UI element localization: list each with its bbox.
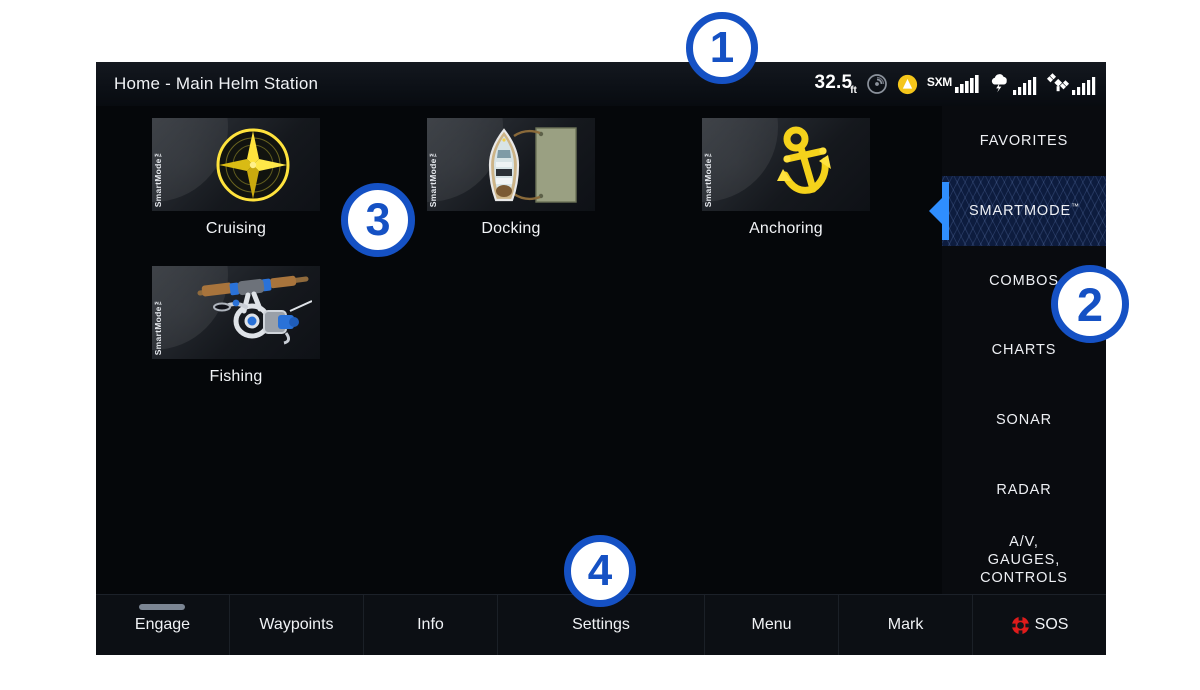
tile-cruising[interactable]: SmartMode™ Cruising [152, 118, 320, 266]
category-sidebar: FAVORITES SMARTMODE™ COMBOS CHARTS SONAR… [929, 106, 1106, 595]
menu-label: Menu [751, 616, 792, 633]
depth-readout: 32.5 ft [814, 72, 856, 96]
callout-badge-2: 2 [1051, 265, 1129, 343]
selection-indicator-bar [929, 181, 949, 240]
settings-label: Settings [572, 616, 630, 633]
sos-label: SOS [1034, 616, 1069, 633]
trademark-symbol: ™ [1071, 201, 1080, 211]
sidebar-item-label: A/V, GAUGES, CONTROLS [980, 533, 1068, 587]
sidebar-item-label: SMARTMODE™ [969, 202, 1079, 220]
satellite-signal-icon [1046, 73, 1096, 95]
engage-indicator-dash [139, 604, 186, 610]
life-ring-sos-icon [1010, 615, 1030, 635]
mark-button[interactable]: Mark [839, 595, 974, 655]
sidebar-item-label: CHARTS [991, 342, 1057, 359]
page-title: Home - Main Helm Station [114, 74, 319, 93]
selection-arrow-icon [929, 197, 942, 224]
tile-artwork: SmartMode™ [152, 118, 320, 211]
depth-unit: ft [850, 85, 857, 96]
sidebar-item-smartmode[interactable]: SMARTMODE™ [929, 175, 1106, 246]
sos-button[interactable]: SOS [973, 595, 1106, 655]
tile-label: Docking [481, 220, 541, 237]
smartmode-badge: SmartMode™ [703, 147, 713, 207]
weather-storm-signal-icon [989, 73, 1037, 95]
sidebar-item-label-text: SMARTMODE [968, 202, 1072, 219]
smartmode-tile-area: SmartMode™ Cruising SmartMode™ Docking S… [96, 106, 942, 595]
tile-artwork: SmartMode™ [152, 266, 320, 359]
sidebar-item-favorites[interactable]: FAVORITES [942, 106, 1106, 176]
sidebar-item-label: COMBOS [989, 272, 1059, 289]
sidebar-item-label: FAVORITES [979, 132, 1069, 149]
sxm-signal-icon: SXM [927, 74, 980, 94]
tile-fishing[interactable]: SmartMode™ Fishing [152, 266, 320, 414]
depth-value: 32.5 [814, 72, 853, 93]
title-bar: Home - Main Helm Station 32.5 ft SXM [96, 62, 1106, 106]
tile-label: Anchoring [749, 220, 823, 237]
sidebar-item-sonar[interactable]: SONAR [942, 385, 1106, 455]
boat-at-dock-icon [461, 118, 595, 211]
waypoints-label: Waypoints [259, 616, 334, 633]
mark-label: Mark [887, 616, 924, 633]
tile-grid: SmartMode™ Cruising SmartMode™ Docking S… [152, 118, 977, 414]
info-button[interactable]: Info [364, 595, 498, 655]
sidebar-item-av-gauges-controls[interactable]: A/V, GAUGES, CONTROLS [942, 525, 1106, 595]
yellow-alert-triangle-icon [897, 74, 917, 94]
smartmode-badge: SmartMode™ [428, 147, 438, 207]
callout-badge-4: 4 [564, 535, 636, 607]
waypoints-button[interactable]: Waypoints [230, 595, 364, 655]
tile-label: Cruising [205, 220, 267, 237]
smartmode-badge: SmartMode™ [153, 295, 163, 355]
callout-badge-3: 3 [341, 183, 415, 257]
sidebar-item-label: SONAR [995, 412, 1053, 429]
tile-artwork: SmartMode™ [427, 118, 595, 211]
smartmode-badge: SmartMode™ [153, 147, 163, 207]
tile-anchoring[interactable]: SmartMode™ Anchoring [702, 118, 870, 266]
sxm-label: SXM [926, 75, 952, 89]
compass-rose-icon [186, 118, 320, 211]
fishing-rod-reel-icon [186, 266, 320, 359]
sidebar-item-label: RADAR [996, 482, 1052, 499]
info-label: Info [417, 616, 444, 633]
tile-label: Fishing [209, 368, 263, 385]
tile-artwork: SmartMode™ [702, 118, 870, 211]
tile-docking[interactable]: SmartMode™ Docking [427, 118, 595, 266]
engage-button[interactable]: Engage [96, 595, 230, 655]
status-bar: 32.5 ft SXM [814, 62, 1096, 106]
sonar-depth-icon [867, 74, 887, 94]
menu-button[interactable]: Menu [705, 595, 840, 655]
sidebar-item-radar[interactable]: RADAR [942, 455, 1106, 525]
callout-badge-1: 1 [686, 12, 758, 84]
anchor-icon [736, 118, 870, 211]
engage-label: Engage [134, 616, 191, 633]
